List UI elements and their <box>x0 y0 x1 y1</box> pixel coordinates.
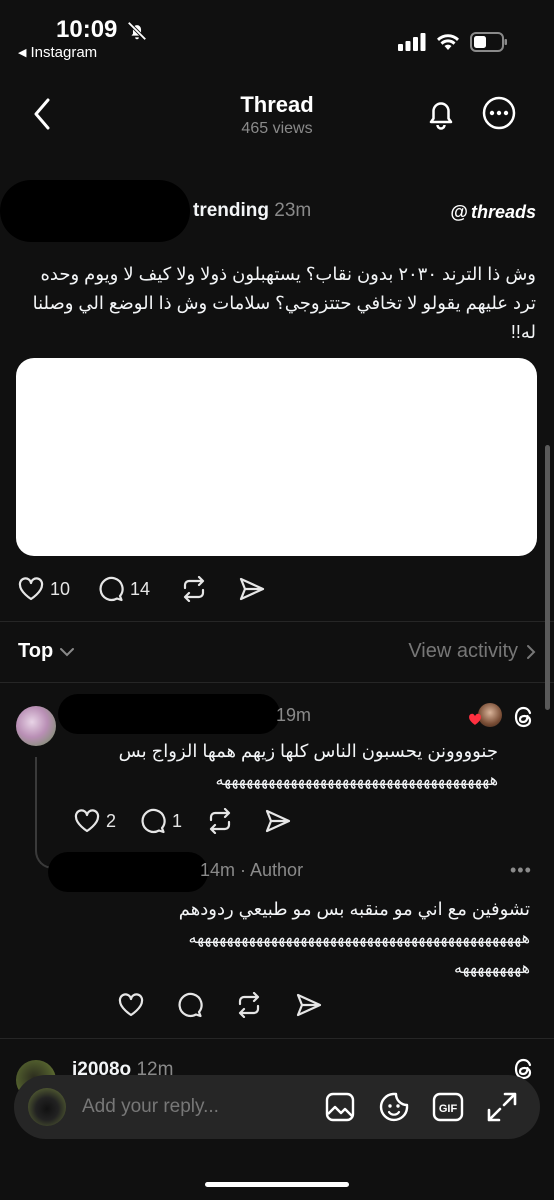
image-icon[interactable] <box>324 1091 356 1123</box>
thread-connector-line <box>35 757 61 869</box>
chevron-down-icon <box>60 647 75 656</box>
sort-label: Top <box>18 640 54 662</box>
reply-line: هههههههههههههههههههههههههههههههههههههههه… <box>188 930 530 947</box>
avatar[interactable] <box>16 706 56 746</box>
silent-bell-icon <box>127 21 147 41</box>
reply-input[interactable]: Add your reply... <box>82 1096 324 1118</box>
share-icon[interactable] <box>264 808 292 834</box>
reply-composer[interactable]: Add your reply... GIF <box>14 1075 540 1139</box>
view-count: 465 views <box>241 120 313 137</box>
reply-time: 19m <box>276 705 312 725</box>
view-activity-link[interactable]: View activity <box>408 640 536 663</box>
reply-body: تشوفين مع اني مو منقبه بس مو طبيعي ردوده… <box>116 894 531 984</box>
comment-count: 14 <box>130 578 151 599</box>
comment-button[interactable]: 1 <box>140 808 182 834</box>
comment-icon <box>141 808 166 834</box>
status-time: 10:09 <box>56 16 118 43</box>
post-actions: 10 14 <box>18 576 266 602</box>
redacted-username <box>58 694 280 734</box>
repost-icon[interactable] <box>206 808 234 834</box>
comment-icon[interactable] <box>177 992 203 1018</box>
comment-count: 1 <box>172 810 183 831</box>
reply-meta: 14m · Author <box>200 860 303 881</box>
like-count: 2 <box>106 810 117 831</box>
chevron-right-icon <box>527 644 536 659</box>
like-count: 10 <box>50 578 71 599</box>
back-to-app[interactable]: ◀ Instagram <box>18 44 97 61</box>
redacted-username <box>48 852 208 892</box>
status-indicators <box>398 32 508 52</box>
gif-icon[interactable]: GIF <box>432 1091 464 1123</box>
page-title: Thread <box>240 92 314 117</box>
share-icon[interactable] <box>295 992 323 1018</box>
expand-icon[interactable] <box>486 1091 518 1123</box>
divider <box>0 1038 554 1039</box>
scrollbar[interactable] <box>545 445 550 710</box>
repost-icon[interactable] <box>235 992 263 1018</box>
post-media[interactable] <box>16 358 537 556</box>
share-icon[interactable] <box>238 576 266 602</box>
reply-actions: 2 1 <box>74 808 292 834</box>
heart-filled-icon <box>469 713 481 725</box>
post-body: وش ذا الترند ٢٠٣٠ بدون نقاب؟ يستهبلون ذو… <box>32 264 536 342</box>
comment-icon <box>99 576 124 602</box>
signal-icon <box>398 33 426 51</box>
author-tag: · Author <box>240 860 304 880</box>
composer-avatar <box>28 1088 66 1126</box>
reply-actions <box>118 992 323 1018</box>
heart-icon <box>18 577 44 601</box>
svg-text:GIF: GIF <box>439 1103 458 1115</box>
heart-icon <box>74 809 100 833</box>
heart-icon[interactable] <box>118 993 144 1017</box>
more-options-icon[interactable] <box>482 96 516 130</box>
sort-dropdown[interactable]: Top <box>18 640 75 663</box>
back-app-label: Instagram <box>30 44 98 61</box>
reply-time: 14m <box>200 860 236 880</box>
reply-line: هههههههههههههههههههههههههههههههههههههه <box>215 772 498 789</box>
redacted-avatar-and-name <box>0 180 190 242</box>
divider <box>0 682 554 683</box>
divider <box>0 621 554 622</box>
post-username[interactable]: trending <box>193 200 269 221</box>
post-time: 23m <box>274 200 312 221</box>
like-button[interactable]: 2 <box>74 809 116 833</box>
view-activity-label: View activity <box>408 640 518 662</box>
reply-line: تشوفين مع اني مو منقبه بس مو طبيعي ردوده… <box>178 899 530 919</box>
reply-body: جنوووونن يحسبون الناس كلها زيهم همها الز… <box>60 736 498 796</box>
repost-icon[interactable] <box>180 576 208 602</box>
threads-icon[interactable] <box>511 704 537 730</box>
sticker-icon[interactable] <box>378 1091 410 1123</box>
back-triangle-icon: ◀ <box>18 47 27 59</box>
like-button[interactable]: 10 <box>18 577 70 601</box>
threads-brand-label: threads <box>470 202 536 222</box>
comment-button[interactable]: 14 <box>98 576 150 602</box>
post-author[interactable]: trending 23m <box>193 200 311 222</box>
wifi-icon <box>437 34 459 50</box>
threads-logo-icon: @ <box>450 202 468 222</box>
home-indicator[interactable] <box>205 1182 349 1187</box>
reply-more-button[interactable]: ••• <box>510 860 532 881</box>
battery-icon <box>470 32 507 52</box>
threads-brand-link[interactable]: @ threads <box>450 202 536 223</box>
reply-line: جنوووونن يحسبون الناس كلها زيهم همها الز… <box>118 741 498 761</box>
liked-by-author-indicator <box>468 703 502 729</box>
notification-bell-icon[interactable] <box>424 96 458 132</box>
reply-line: هههههههههه <box>453 960 531 977</box>
